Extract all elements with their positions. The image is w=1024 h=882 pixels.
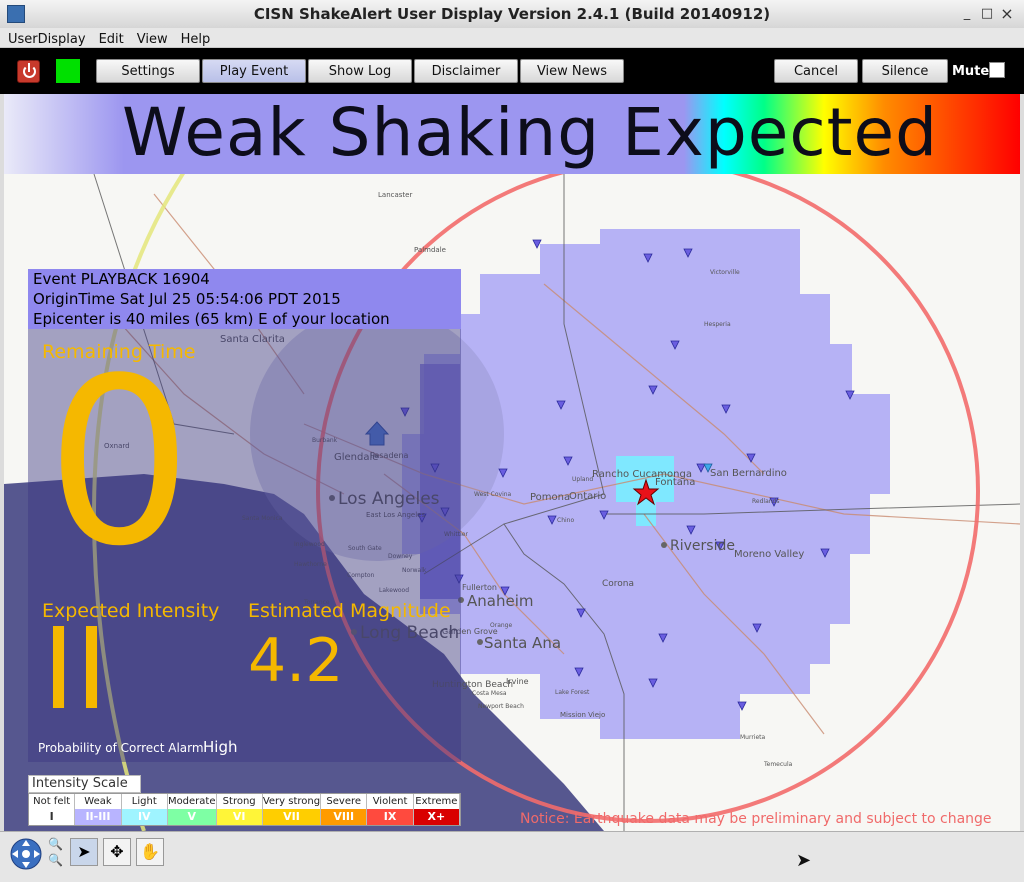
city-label-small: Palmdale — [414, 246, 446, 254]
intensity-scale-cell: Not felt I — [29, 794, 76, 825]
remaining-time-value: 0 — [46, 330, 193, 597]
intensity-scale-roman: I — [29, 809, 75, 825]
city-label-small: Temecula — [763, 761, 793, 768]
map-view[interactable]: Los Angeles Long Beach Anaheim Santa Ana… — [4, 94, 1020, 831]
menu-edit[interactable]: Edit — [94, 31, 129, 48]
play-event-button[interactable]: Play Event — [202, 59, 306, 83]
power-button[interactable] — [17, 60, 40, 83]
city-label-small: Newport Beach — [478, 703, 524, 710]
city-label-small: Lake Forest — [555, 689, 590, 696]
zoom-in-icon[interactable]: 🔍 — [48, 837, 66, 853]
close-button[interactable]: × — [998, 5, 1016, 23]
intensity-scale-cell: Strong VI — [216, 794, 263, 825]
intensity-scale-roman: VIII — [321, 809, 367, 825]
intensity-scale-title: Intensity Scale — [28, 775, 141, 793]
city-label-large: Riverside — [670, 538, 735, 554]
city-label-small: Hesperia — [704, 321, 731, 328]
window-titlebar: CISN ShakeAlert User Display Version 2.4… — [0, 0, 1024, 29]
intensity-scale-roman: IV — [121, 809, 167, 825]
city-label-medium: Fullerton — [462, 583, 497, 592]
cancel-button[interactable]: Cancel — [774, 59, 858, 83]
show-log-button[interactable]: Show Log — [308, 59, 412, 83]
intensity-scale-name: Extreme — [415, 796, 458, 807]
probability-value: High — [203, 738, 238, 756]
intensity-scale-name: Severe — [326, 796, 362, 807]
intensity-scale-roman: X+ — [413, 809, 460, 825]
estimated-magnitude-value: 4.2 — [248, 626, 344, 696]
city-label-medium: Pomona — [530, 492, 570, 503]
city-label-small: Orange — [490, 622, 512, 629]
intensity-scale-name: Moderate — [167, 796, 216, 807]
intensity-scale-roman: II-III — [75, 809, 121, 825]
settings-button[interactable]: Settings — [96, 59, 200, 83]
intensity-scale-roman: V — [167, 809, 216, 825]
menu-bar: UserDisplay Edit View Help — [0, 28, 1024, 48]
toolbar: Settings Play Event Show Log Disclaimer … — [0, 48, 1024, 94]
window-title: CISN ShakeAlert User Display Version 2.4… — [253, 5, 771, 23]
expected-intensity-value: II — [42, 605, 109, 735]
city-label-medium: San Bernardino — [710, 468, 787, 479]
data-notice: Notice: Earthquake data may be prelimina… — [520, 811, 992, 827]
hand-pan-tool-icon[interactable]: ✋ — [136, 838, 164, 866]
mute-label: Mute — [952, 64, 990, 79]
map-toolbar: 🔍 🔍 ➤ ✥ ✋ ➤ — [0, 831, 1024, 882]
event-origin-time: OriginTime Sat Jul 25 05:54:06 PDT 2015 — [33, 290, 341, 308]
silence-button[interactable]: Silence — [862, 59, 948, 83]
status-indicator — [56, 59, 80, 83]
event-id: Event PLAYBACK 16904 — [33, 270, 210, 288]
intensity-scale-cell: Extreme X+ — [413, 794, 461, 825]
intensity-scale: Not felt I Weak II-III Light IV Moderate V Stron… — [28, 793, 461, 826]
disclaimer-button[interactable]: Disclaimer — [414, 59, 518, 83]
estimated-magnitude-label: Estimated Magnitude — [248, 600, 451, 622]
mouse-cursor-icon: ➤ — [796, 850, 812, 871]
intensity-scale-name: Light — [131, 796, 157, 807]
city-label-medium: Corona — [602, 579, 634, 589]
alert-banner-text: Weak Shaking Expected — [122, 94, 938, 171]
city-label-medium: Ontario — [569, 491, 606, 502]
menu-userdisplay[interactable]: UserDisplay — [3, 31, 91, 48]
city-label-small: Costa Mesa — [472, 690, 507, 697]
select-tool-icon[interactable]: ➤ — [70, 838, 98, 866]
zoom-out-icon[interactable]: 🔍 — [48, 853, 66, 869]
intensity-scale-roman: VI — [216, 809, 262, 825]
city-label-small: Upland — [572, 476, 593, 483]
intensity-scale-cell: Violent IX — [367, 794, 414, 825]
city-label-small: Lancaster — [378, 191, 412, 199]
event-info-header: Event PLAYBACK 16904 OriginTime Sat Jul … — [28, 269, 461, 329]
maximize-button[interactable]: □ — [978, 5, 996, 23]
city-label-medium: Fontana — [655, 477, 695, 488]
city-label-small: Murrieta — [740, 734, 766, 741]
city-label-small: Mission Viejo — [560, 711, 605, 719]
alert-banner: Weak Shaking Expected — [4, 94, 1020, 174]
intensity-scale-roman: VII — [262, 809, 321, 825]
intensity-scale-name: Strong — [222, 796, 256, 807]
city-label-small: Redlands — [752, 498, 779, 505]
alert-info-panel: Remaining Time 0 Expected Intensity II E… — [28, 329, 461, 762]
intensity-scale-cell: Very strong VII — [262, 794, 322, 825]
intensity-scale-cell: Light IV — [121, 794, 168, 825]
minimize-button[interactable]: _ — [958, 5, 976, 23]
city-label-large: Santa Ana — [484, 634, 561, 652]
intensity-scale-name: Weak — [84, 796, 112, 807]
menu-view[interactable]: View — [132, 31, 173, 48]
intensity-scale-cell: Severe VIII — [321, 794, 368, 825]
intensity-scale-name: Very strong — [262, 796, 321, 807]
intensity-scale-roman: IX — [367, 809, 413, 825]
city-label-medium: Moreno Valley — [734, 549, 804, 560]
city-label-large: Anaheim — [467, 592, 533, 610]
probability-label: Probability of Correct Alarm — [38, 741, 204, 755]
event-epicenter-distance: Epicenter is 40 miles (65 km) E of your … — [33, 310, 390, 328]
mute-checkbox[interactable] — [989, 62, 1005, 78]
zoom-extent-icon[interactable]: ✥ — [103, 838, 131, 866]
menu-help[interactable]: Help — [176, 31, 216, 48]
city-label-small: Victorville — [710, 269, 740, 276]
city-label-small: West Covina — [474, 491, 512, 498]
pan-control-icon[interactable] — [8, 836, 44, 872]
intensity-scale-cell: Weak II-III — [75, 794, 122, 825]
city-label-small: Chino — [557, 517, 574, 524]
view-news-button[interactable]: View News — [520, 59, 624, 83]
intensity-scale-cell: Moderate V — [167, 794, 217, 825]
intensity-scale-name: Violent — [372, 796, 408, 807]
intensity-scale-name: Not felt — [33, 796, 71, 807]
